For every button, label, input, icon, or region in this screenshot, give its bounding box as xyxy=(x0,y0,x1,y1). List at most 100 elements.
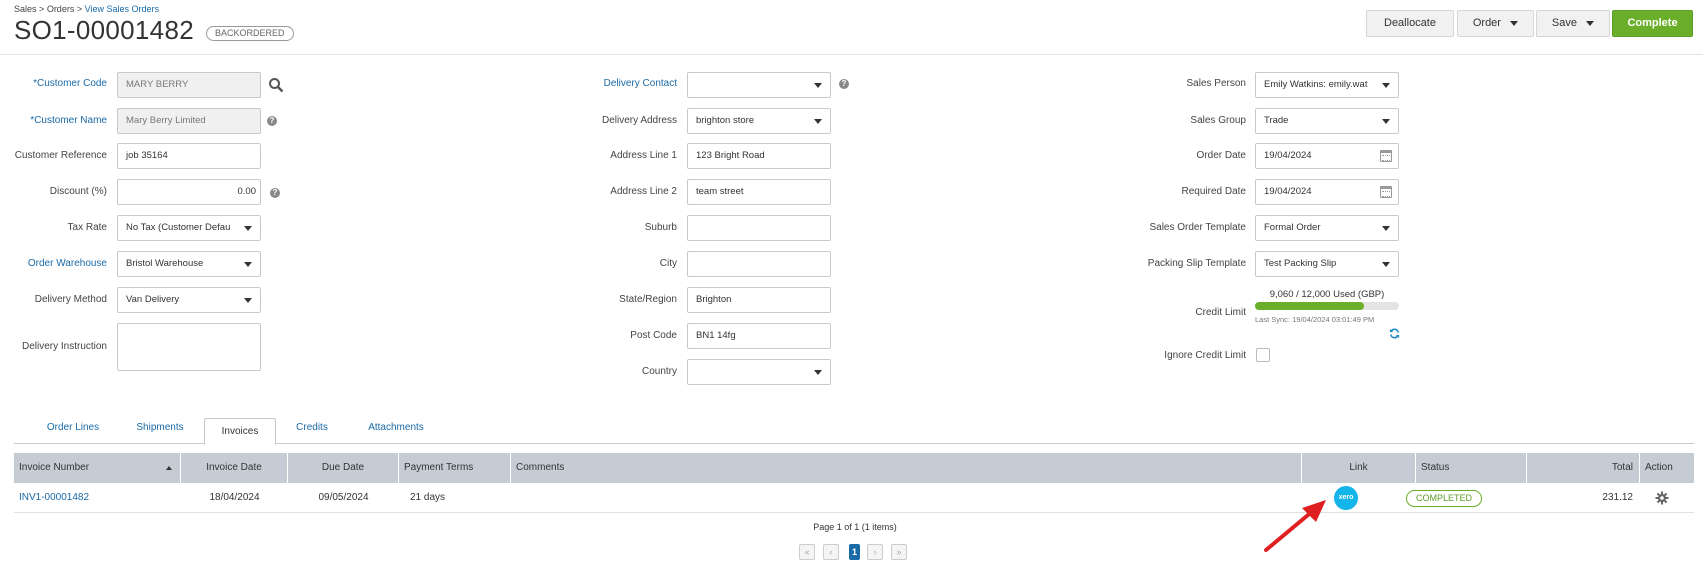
tax-rate-select[interactable]: No Tax (Customer Defau xyxy=(117,215,261,241)
credit-limit-label: Credit Limit xyxy=(1195,307,1246,318)
delivery-contact-label[interactable]: Delivery Contact xyxy=(560,77,677,91)
table-row: INV1-00001482 18/04/2024 09/05/2024 21 d… xyxy=(14,483,1694,513)
chevron-down-icon xyxy=(1382,83,1390,88)
sales-group-label: Sales Group xyxy=(1190,115,1246,126)
tab-invoices[interactable]: Invoices xyxy=(204,418,276,445)
delivery-method-select[interactable]: Van Delivery xyxy=(117,287,261,313)
column-comments[interactable]: Comments xyxy=(511,453,1302,483)
chevron-down-icon xyxy=(814,370,822,375)
packing-slip-template-label: Packing Slip Template xyxy=(1147,258,1246,269)
status-badge-completed: COMPLETED xyxy=(1406,490,1483,507)
chevron-down-icon xyxy=(814,83,822,88)
breadcrumb-orders[interactable]: Orders xyxy=(47,4,75,14)
sales-person-label: Sales Person xyxy=(1186,78,1246,89)
customer-name-label: *Customer Name xyxy=(30,115,107,126)
calendar-icon[interactable] xyxy=(1380,150,1392,162)
deallocate-button[interactable]: Deallocate xyxy=(1366,10,1454,37)
save-button[interactable]: Save xyxy=(1536,10,1610,37)
customer-reference-field[interactable]: job 35164 xyxy=(117,143,261,169)
sales-order-template-select[interactable]: Formal Order xyxy=(1255,215,1399,241)
first-page-button[interactable]: « xyxy=(799,544,815,560)
total-cell: 231.12 xyxy=(1602,492,1633,503)
pagination-summary: Page 1 of 1 (1 items) xyxy=(813,522,897,532)
xero-link-icon[interactable]: xero xyxy=(1334,486,1358,510)
chevron-down-icon xyxy=(1382,119,1390,124)
customer-code-field[interactable]: MARY BERRY xyxy=(117,72,261,98)
post-code-field[interactable]: BN1 14fg xyxy=(687,323,831,349)
complete-button[interactable]: Complete xyxy=(1612,10,1693,37)
address-line1-field[interactable]: 123 Bright Road xyxy=(687,143,831,169)
due-date-cell: 09/05/2024 xyxy=(318,492,369,503)
state-region-field[interactable]: Brighton xyxy=(687,287,831,313)
gear-icon[interactable] xyxy=(1655,491,1669,505)
column-link[interactable]: Link xyxy=(1302,453,1416,483)
city-field[interactable] xyxy=(687,251,831,277)
discount-field[interactable]: 0.00 xyxy=(117,179,261,205)
order-date-field[interactable]: 19/04/2024 xyxy=(1255,143,1399,169)
customer-reference-label: Customer Reference xyxy=(14,150,107,161)
delivery-contact-select[interactable] xyxy=(687,72,831,98)
delivery-instruction-label: Delivery Instruction xyxy=(21,341,107,352)
delivery-address-select[interactable]: brighton store xyxy=(687,108,831,134)
suburb-label: Suburb xyxy=(644,222,677,233)
tab-order-lines[interactable]: Order Lines xyxy=(32,413,114,444)
column-status[interactable]: Status xyxy=(1416,453,1527,483)
column-invoice-number[interactable]: Invoice Number xyxy=(14,453,181,483)
chevron-down-icon xyxy=(1586,20,1595,26)
page-1-button[interactable]: 1 xyxy=(849,544,860,560)
order-menu-button[interactable]: Order xyxy=(1457,10,1534,37)
ignore-credit-limit-checkbox[interactable] xyxy=(1256,348,1270,362)
column-due-date[interactable]: Due Date xyxy=(288,453,399,483)
search-icon[interactable] xyxy=(268,77,284,93)
discount-label: Discount (%) xyxy=(49,186,107,197)
state-region-label: State/Region xyxy=(619,294,677,305)
help-icon[interactable]: ? xyxy=(267,116,277,126)
sales-order-template-label: Sales Order Template xyxy=(1149,222,1246,233)
chevron-down-icon xyxy=(1382,226,1390,231)
tab-attachments[interactable]: Attachments xyxy=(350,413,442,444)
calendar-icon[interactable] xyxy=(1380,186,1392,198)
refresh-icon[interactable] xyxy=(1389,328,1400,339)
post-code-label: Post Code xyxy=(630,330,677,341)
sort-asc-icon xyxy=(166,466,172,470)
help-icon[interactable]: ? xyxy=(839,79,849,89)
invoice-number-link[interactable]: INV1-00001482 xyxy=(19,483,89,513)
status-badge: BACKORDERED xyxy=(206,26,294,41)
tab-credits[interactable]: Credits xyxy=(284,413,340,444)
invoice-date-cell: 18/04/2024 xyxy=(209,492,260,503)
help-icon[interactable]: ? xyxy=(270,188,280,198)
required-date-field[interactable]: 19/04/2024 xyxy=(1255,179,1399,205)
ignore-credit-limit-label: Ignore Credit Limit xyxy=(1164,350,1246,361)
sales-group-select[interactable]: Trade xyxy=(1255,108,1399,134)
delivery-instruction-textarea[interactable] xyxy=(117,323,261,371)
next-page-button[interactable]: › xyxy=(867,544,883,560)
customer-name-field[interactable]: Mary Berry Limited xyxy=(117,108,261,134)
last-page-button[interactable]: » xyxy=(891,544,907,560)
breadcrumb-sales[interactable]: Sales xyxy=(14,4,37,14)
address-line2-field[interactable]: team street xyxy=(687,179,831,205)
column-invoice-date[interactable]: Invoice Date xyxy=(181,453,288,483)
country-select[interactable] xyxy=(687,359,831,385)
address-line2-label: Address Line 2 xyxy=(610,186,677,197)
required-date-label: Required Date xyxy=(1181,186,1246,197)
breadcrumb-current[interactable]: View Sales Orders xyxy=(85,4,159,14)
chevron-down-icon xyxy=(1510,20,1519,26)
suburb-field[interactable] xyxy=(687,215,831,241)
delivery-method-label: Delivery Method xyxy=(34,294,107,305)
address-line1-label: Address Line 1 xyxy=(610,150,677,161)
credit-limit-bar xyxy=(1255,302,1399,310)
header-divider xyxy=(0,54,1703,55)
chevron-down-icon xyxy=(1382,262,1390,267)
tab-bar: Order Lines Shipments Invoices Credits A… xyxy=(14,413,1694,445)
tab-shipments[interactable]: Shipments xyxy=(124,413,196,444)
column-total[interactable]: Total xyxy=(1527,453,1640,483)
column-payment-terms[interactable]: Payment Terms xyxy=(399,453,511,483)
packing-slip-template-select[interactable]: Test Packing Slip xyxy=(1255,251,1399,277)
order-date-label: Order Date xyxy=(1196,150,1246,161)
payment-terms-cell: 21 days xyxy=(410,492,446,503)
order-warehouse-select[interactable]: Bristol Warehouse xyxy=(117,251,261,277)
prev-page-button[interactable]: ‹ xyxy=(823,544,839,560)
sales-person-select[interactable]: Emily Watkins: emily.wat xyxy=(1255,72,1399,98)
tax-rate-label: Tax Rate xyxy=(67,222,107,233)
order-warehouse-label[interactable]: Order Warehouse xyxy=(0,257,107,271)
